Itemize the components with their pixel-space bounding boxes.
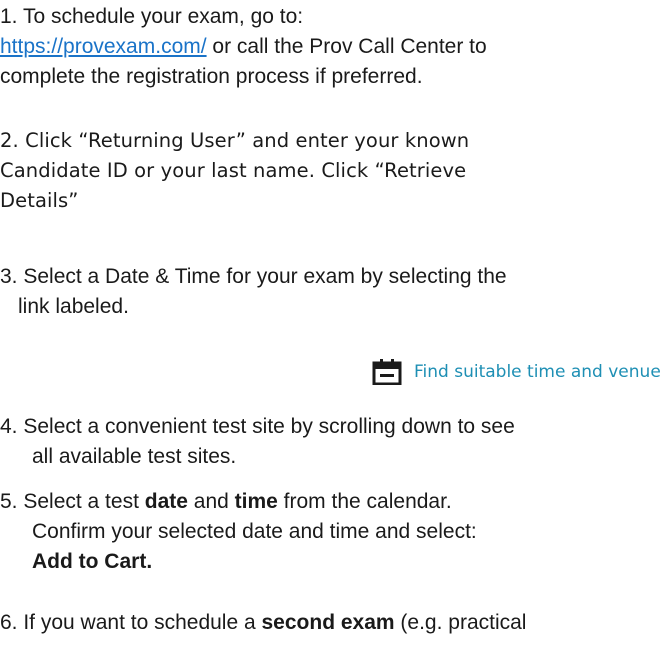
step-2-line-2: Candidate ID or your last name. Click “R… [0, 159, 467, 182]
step-6-post: (e.g. practical [394, 611, 527, 634]
step-5: 5. Select a test date and time from the … [0, 487, 477, 577]
step-3-line-1: 3. Select a Date & Time for your exam by… [0, 265, 507, 288]
step-5-add-to-cart: Add to Cart. [32, 550, 153, 573]
step-3: 3. Select a Date & Time for your exam by… [0, 262, 507, 322]
step-1-text: 1. To schedule your exam, go to: [0, 5, 304, 28]
step-5-time: time [234, 490, 278, 513]
step-6: 6. If you want to schedule a second exam… [0, 608, 526, 638]
step-2: 2. Click “Returning User” and enter your… [0, 126, 469, 216]
calendar-icon [372, 359, 402, 385]
step-4-line-2: all available test sites. [32, 445, 237, 468]
find-time-venue-label: Find suitable time and venue [414, 362, 661, 382]
step-6-second-exam: second exam [261, 611, 395, 634]
step-5-date: date [144, 490, 188, 513]
find-time-venue-button[interactable]: Find suitable time and venue [372, 357, 661, 387]
step-5-mid: and [187, 490, 235, 513]
instructions-page: 1. To schedule your exam, go to: https:/… [0, 0, 664, 645]
step-5-line-2: Confirm your selected date and time and … [32, 520, 477, 543]
step-2-line-3: Details” [0, 189, 79, 212]
step-5-post: from the calendar. [277, 490, 452, 513]
step-1: 1. To schedule your exam, go to: https:/… [0, 2, 487, 92]
step-4: 4. Select a convenient test site by scro… [0, 412, 515, 472]
step-3-line-2: link labeled. [18, 295, 129, 318]
step-6-pre: 6. If you want to schedule a [0, 611, 262, 634]
step-1-after-link: or call the Prov Call Center to [206, 35, 487, 58]
step-1-line-2: complete the registration process if pre… [0, 65, 423, 88]
step-5-pre: 5. Select a test [0, 490, 145, 513]
provexam-link[interactable]: https://provexam.com/ [0, 35, 207, 58]
step-2-line-1: 2. Click “Returning User” and enter your… [0, 129, 470, 152]
step-4-line-1: 4. Select a convenient test site by scro… [0, 415, 515, 438]
